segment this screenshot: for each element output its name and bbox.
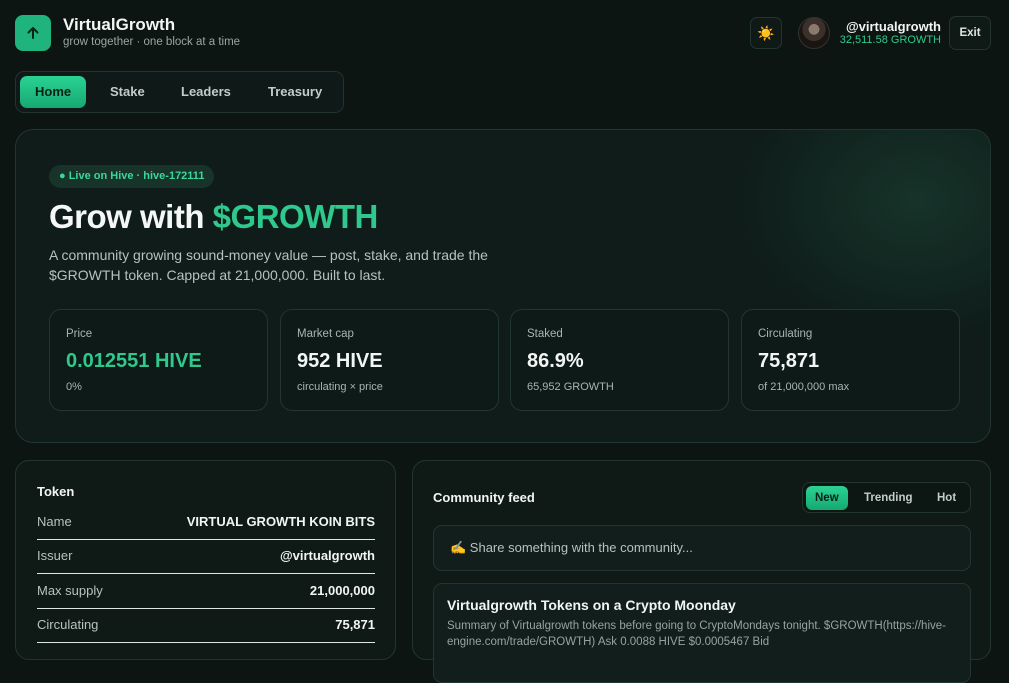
stat-sub: of 21,000,000 max — [758, 381, 850, 393]
tab-home[interactable]: Home — [20, 76, 87, 108]
token-value: 75,871 — [335, 617, 375, 632]
feed-post[interactable]: Virtualgrowth Tokens on a Crypto Moonday… — [433, 583, 971, 683]
tab-hot[interactable]: Hot — [928, 486, 965, 510]
compose-post-input[interactable]: ✍️ Share something with the community... — [433, 525, 971, 571]
user-balance: 32,511.58 GROWTH — [839, 34, 941, 46]
tab-leaders[interactable]: Leaders — [166, 76, 246, 108]
stat-label: Price — [66, 328, 93, 340]
stat-label: Staked — [527, 328, 563, 340]
token-key: Circulating — [37, 617, 99, 632]
token-value: 21,000,000 — [309, 583, 375, 598]
token-row: Name VIRTUAL GROWTH KOIN BITS — [37, 506, 375, 540]
tab-treasury[interactable]: Treasury — [253, 76, 337, 108]
logo[interactable] — [15, 15, 51, 51]
stat-sub: 65,952 GROWTH — [527, 381, 614, 393]
tab-stake[interactable]: Stake — [95, 76, 160, 108]
hero-title: Grow with $GROWTH — [49, 198, 378, 236]
stat-card-market-cap: Market cap 952 HIVE circulating × price — [280, 309, 499, 411]
theme-toggle-button[interactable]: ☀️ — [750, 17, 782, 49]
stat-sub: 0% — [66, 381, 82, 393]
token-card-title: Token — [37, 484, 75, 499]
hero-title-prefix: Grow with — [49, 198, 213, 235]
stat-sub: circulating × price — [297, 381, 383, 393]
stat-label: Circulating — [758, 328, 813, 340]
live-badge: ● Live on Hive · hive-172111 — [49, 165, 215, 188]
token-row: Circulating 75,871 — [37, 609, 375, 643]
token-key: Name — [37, 514, 72, 529]
feed-title: Community feed — [433, 490, 535, 505]
brand-subtitle: grow together · one block at a time — [63, 36, 241, 48]
tab-trending[interactable]: Trending — [855, 486, 922, 510]
hero-title-accent: $GROWTH — [212, 198, 379, 235]
token-key: Max supply — [37, 583, 103, 598]
arrow-up-icon — [27, 27, 39, 39]
hero-card: ● Live on Hive · hive-172111 Grow with $… — [15, 129, 991, 443]
app-header: VirtualGrowth grow together · one block … — [0, 0, 1009, 66]
main-nav: Home Stake Leaders Treasury — [15, 71, 344, 113]
post-body: Summary of Virtualgrowth tokens before g… — [447, 620, 946, 648]
tab-new[interactable]: New — [806, 486, 848, 510]
avatar[interactable] — [798, 17, 830, 49]
stat-label: Market cap — [297, 328, 354, 340]
stat-value: 75,871 — [758, 350, 820, 372]
sun-icon: ☀️ — [757, 24, 775, 41]
feed-sort-tabs: New Trending Hot — [802, 482, 971, 513]
hero-description: A community growing sound-money value — … — [49, 247, 488, 283]
stat-value: 0.012551 HIVE — [66, 350, 202, 372]
stat-value: 952 HIVE — [297, 350, 383, 372]
token-row: Max supply 21,000,000 — [37, 575, 375, 609]
stat-card-circulating: Circulating 75,871 of 21,000,000 max — [741, 309, 960, 411]
token-row: Issuer @virtualgrowth — [37, 540, 375, 574]
token-value[interactable]: @virtualgrowth — [280, 548, 375, 563]
post-title[interactable]: Virtualgrowth Tokens on a Crypto Moonday — [447, 597, 736, 613]
token-key: Issuer — [37, 548, 73, 563]
stat-card-price: Price 0.012551 HIVE 0% — [49, 309, 268, 411]
brand-title: VirtualGrowth — [63, 15, 176, 34]
stat-value: 86.9% — [527, 350, 584, 372]
token-value: VIRTUAL GROWTH KOIN BITS — [186, 514, 375, 529]
username[interactable]: @virtualgrowth — [846, 19, 941, 34]
token-card: Token Name VIRTUAL GROWTH KOIN BITS Issu… — [15, 460, 396, 660]
exit-button[interactable]: Exit — [949, 16, 991, 50]
stat-card-staked: Staked 86.9% 65,952 GROWTH — [510, 309, 729, 411]
community-feed-card: Community feed New Trending Hot ✍️ Share… — [412, 460, 991, 683]
